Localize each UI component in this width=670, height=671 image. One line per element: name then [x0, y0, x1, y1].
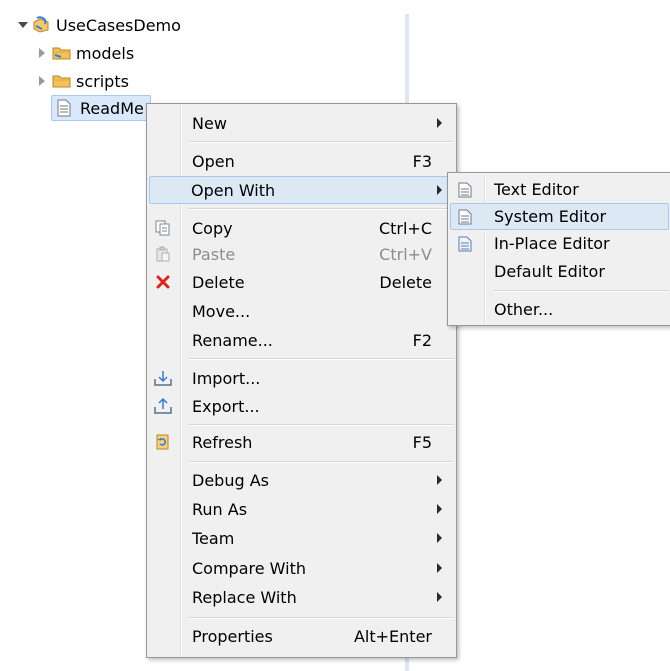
- collapse-arrow-icon[interactable]: [36, 47, 48, 59]
- file-label: ReadMe: [80, 98, 144, 118]
- editor-icon: [455, 180, 475, 200]
- editor-icon: [455, 207, 475, 227]
- paste-icon: [153, 244, 173, 264]
- menu-item-label: Move...: [192, 301, 251, 321]
- export-icon: [153, 396, 173, 416]
- expand-arrow-icon[interactable]: [16, 19, 28, 31]
- submenu-arrow-icon: [437, 475, 442, 485]
- submenu-arrow-icon: [437, 592, 442, 602]
- copy-icon: [153, 218, 173, 238]
- menu-item-label: Text Editor: [494, 180, 579, 199]
- project-label: UseCasesDemo: [56, 15, 181, 35]
- folder-icon: [52, 44, 72, 62]
- delete-x-icon: [153, 272, 173, 292]
- menu-item-run-as[interactable]: Run As: [149, 495, 454, 523]
- menu-item-label: Properties: [192, 626, 273, 646]
- project-icon: [32, 16, 52, 34]
- editor-icon: [455, 234, 475, 254]
- menu-item-label: Delete: [192, 272, 245, 292]
- menu-item-new[interactable]: New: [149, 109, 454, 137]
- folder-icon: [52, 72, 72, 90]
- menu-item-compare-with[interactable]: Compare With: [149, 554, 454, 582]
- open-with-submenu: Text Editor System Editor In-Place Edito…: [447, 172, 670, 326]
- menu-separator: [189, 461, 454, 463]
- menu-item-refresh[interactable]: Refresh F5: [149, 428, 454, 456]
- text-file-icon: [56, 99, 76, 117]
- menu-item-label: Open: [192, 151, 235, 171]
- menu-item-properties[interactable]: Properties Alt+Enter: [149, 622, 454, 650]
- folder-label: models: [76, 43, 135, 63]
- menu-item-shortcut: Delete: [379, 272, 432, 292]
- submenu-arrow-icon: [437, 533, 442, 543]
- collapse-arrow-icon[interactable]: [36, 75, 48, 87]
- menu-item-label: New: [192, 113, 227, 133]
- menu-item-label: Run As: [192, 499, 248, 519]
- menu-item-delete[interactable]: Delete Delete: [149, 268, 454, 296]
- menu-item-shortcut: Ctrl+C: [378, 218, 432, 238]
- menu-item-label: Paste: [192, 244, 236, 264]
- menu-item-shortcut: Ctrl+V: [379, 244, 432, 264]
- submenu-item-default-editor[interactable]: Default Editor: [450, 258, 669, 285]
- menu-item-label: Other...: [494, 299, 554, 319]
- submenu-arrow-icon: [437, 118, 442, 128]
- menu-item-label: System Editor: [494, 207, 607, 226]
- submenu-arrow-icon: [437, 563, 442, 573]
- menu-separator: [493, 290, 669, 292]
- menu-item-move[interactable]: Move...: [149, 297, 454, 325]
- menu-item-label: Debug As: [192, 470, 269, 490]
- menu-item-replace-with[interactable]: Replace With: [149, 583, 454, 611]
- menu-item-label: Export...: [192, 396, 260, 416]
- tree-row-readme[interactable]: ReadMe: [51, 95, 151, 121]
- menu-item-label: Compare With: [192, 558, 306, 578]
- menu-item-open[interactable]: Open F3: [149, 147, 454, 175]
- menu-item-shortcut: F5: [412, 432, 432, 452]
- menu-item-label: Open With: [191, 180, 276, 200]
- menu-item-label: In-Place Editor: [494, 234, 610, 253]
- menu-separator: [189, 424, 454, 426]
- menu-separator: [189, 358, 454, 360]
- menu-separator: [189, 208, 454, 210]
- submenu-arrow-icon: [437, 185, 442, 195]
- menu-item-label: Team: [192, 528, 235, 548]
- menu-item-label: Import...: [192, 368, 261, 388]
- menu-item-label: Refresh: [192, 432, 253, 452]
- tree-row-scripts[interactable]: scripts: [36, 69, 129, 93]
- menu-item-label: Rename...: [192, 330, 273, 350]
- folder-label: scripts: [76, 71, 129, 91]
- refresh-icon: [153, 432, 173, 452]
- menu-item-shortcut: F2: [412, 330, 432, 350]
- submenu-item-system-editor[interactable]: System Editor: [450, 203, 669, 230]
- submenu-item-other[interactable]: Other...: [450, 296, 669, 322]
- submenu-item-in-place-editor[interactable]: In-Place Editor: [450, 230, 669, 257]
- menu-item-label: Replace With: [192, 587, 297, 607]
- menu-separator: [189, 141, 454, 143]
- tree-row-project[interactable]: UseCasesDemo: [16, 13, 181, 37]
- menu-separator: [189, 617, 454, 619]
- menu-item-open-with[interactable]: Open With: [149, 176, 454, 204]
- submenu-arrow-icon: [437, 504, 442, 514]
- menu-item-shortcut: Alt+Enter: [353, 626, 432, 646]
- submenu-item-text-editor[interactable]: Text Editor: [450, 176, 669, 203]
- menu-item-export[interactable]: Export...: [149, 392, 454, 420]
- menu-item-import[interactable]: Import...: [149, 364, 454, 392]
- menu-item-label: Default Editor: [494, 262, 605, 281]
- menu-item-label: Copy: [192, 218, 233, 238]
- menu-item-copy[interactable]: Copy Ctrl+C: [149, 214, 454, 242]
- context-menu: New Open F3 Open With Copy Ctrl+C Paste …: [146, 103, 457, 658]
- menu-item-shortcut: F3: [412, 151, 432, 171]
- menu-item-paste[interactable]: Paste Ctrl+V: [149, 241, 454, 267]
- menu-item-team[interactable]: Team: [149, 524, 454, 552]
- tree-row-models[interactable]: models: [36, 41, 134, 65]
- import-icon: [153, 368, 173, 388]
- menu-item-debug-as[interactable]: Debug As: [149, 466, 454, 494]
- menu-item-rename[interactable]: Rename... F2: [149, 326, 454, 354]
